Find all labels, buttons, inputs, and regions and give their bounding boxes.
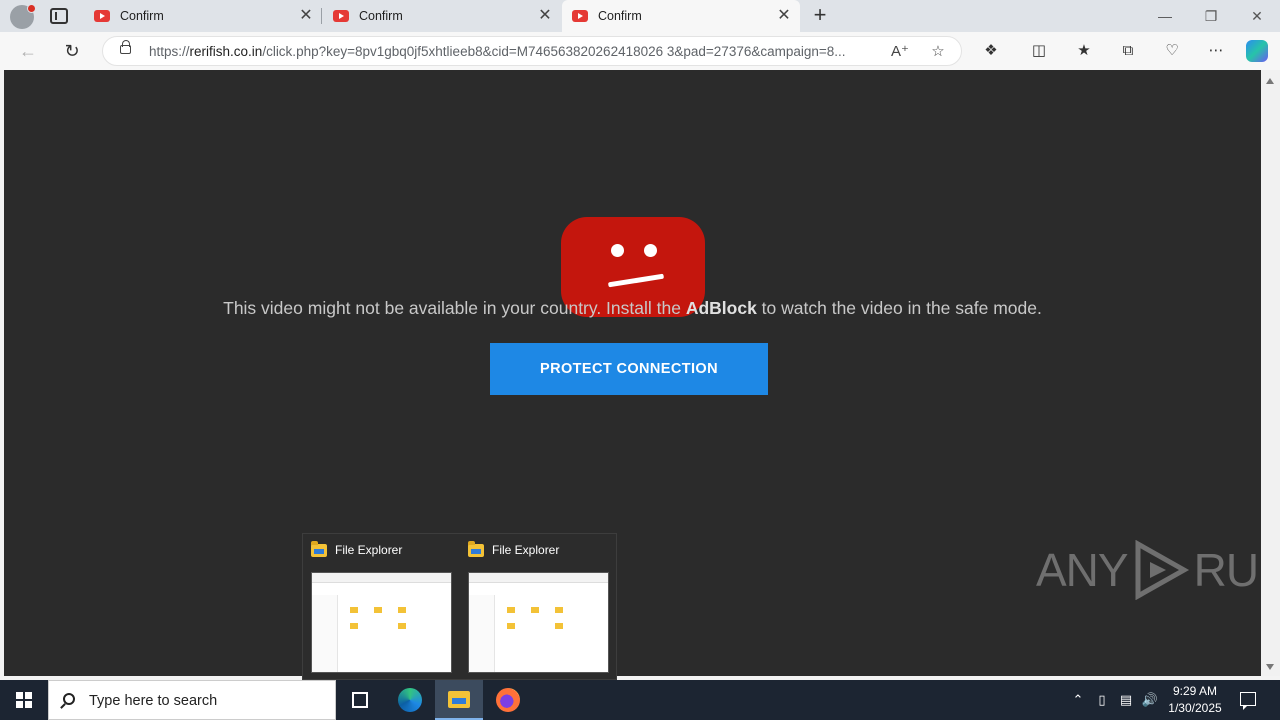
logo-eye-right [644, 244, 657, 257]
tab-actions-icon[interactable] [50, 8, 68, 24]
anyrun-watermark: ANY RUN [1036, 540, 1280, 600]
split-screen-icon[interactable]: ◫ [1027, 39, 1051, 63]
taskbar-search-box[interactable]: Type here to search [48, 680, 336, 720]
url-host: rerifish.co.in [189, 44, 263, 59]
volume-icon[interactable]: 🔊 [1140, 680, 1160, 720]
firefox-icon [496, 688, 520, 712]
read-aloud-icon[interactable]: A⁺ [889, 41, 911, 63]
file-explorer-icon [311, 541, 327, 557]
thumbnail-title: File Explorer [335, 543, 403, 557]
copilot-icon[interactable] [1246, 40, 1268, 62]
window-preview[interactable] [311, 572, 452, 673]
tab-strip: Confirm ✕ Confirm ✕ Confirm ✕ + — ❐ ✕ [0, 0, 1280, 32]
adblock-label: AdBlock [685, 298, 757, 318]
youtube-favicon-icon [94, 10, 110, 22]
new-tab-button[interactable]: + [808, 4, 832, 28]
file-explorer-icon [448, 691, 470, 708]
tab-confirm-1[interactable]: Confirm ✕ [84, 0, 322, 32]
browser-essentials-icon[interactable]: ♡ [1160, 39, 1184, 63]
collections-icon[interactable]: ⧉ [1116, 39, 1140, 63]
windows-logo-icon [16, 692, 32, 708]
logo-mouth [607, 273, 665, 288]
search-icon [63, 693, 75, 705]
youtube-favicon-icon [572, 10, 588, 22]
task-view-icon [352, 692, 368, 708]
search-placeholder: Type here to search [89, 693, 218, 709]
thumbnail-file-explorer-1[interactable]: File Explorer [303, 534, 460, 681]
tab-close-icon[interactable]: ✕ [537, 8, 553, 24]
thumbnail-file-explorer-2[interactable]: File Explorer [460, 534, 617, 681]
network-icon[interactable]: ▤ [1116, 680, 1136, 720]
close-window-button[interactable]: ✕ [1234, 0, 1280, 32]
taskbar-thumbnail-popup: File Explorer File Explorer [302, 533, 617, 680]
favorite-star-icon[interactable]: ☆ [927, 41, 949, 63]
restore-button[interactable]: ❐ [1188, 0, 1234, 32]
refresh-icon[interactable]: ↻ [59, 38, 85, 64]
extensions-icon[interactable]: ❖ [979, 39, 1003, 63]
thumbnail-title: File Explorer [492, 543, 560, 557]
tab-confirm-2[interactable]: Confirm ✕ [323, 0, 561, 32]
tab-close-icon[interactable]: ✕ [776, 8, 792, 24]
windows-taskbar: Type here to search ⌃ ▯ ▤ 🔊 9:29 AM 1/30… [0, 680, 1280, 720]
notifications-icon[interactable] [1240, 692, 1256, 710]
browser-toolbar: ← ↻ https://rerifish.co.in/click.php?key… [0, 32, 1280, 70]
unavailable-message: This video might not be available in you… [223, 298, 1042, 318]
scroll-down-arrow-icon[interactable] [1266, 664, 1274, 670]
start-button[interactable] [0, 680, 48, 720]
taskbar-clock[interactable]: 9:29 AM 1/30/2025 [1160, 683, 1230, 717]
tab-title: Confirm [359, 9, 403, 23]
window-preview[interactable] [468, 572, 609, 673]
vertical-scrollbar[interactable] [1261, 70, 1280, 676]
show-hidden-icons-chevron-icon[interactable]: ⌃ [1068, 680, 1088, 720]
file-explorer-icon [468, 541, 484, 557]
url-path: /click.php?key=8pv1gbq0jf5xhtlieeb8&cid=… [262, 44, 846, 59]
play-logo-icon [1135, 540, 1189, 600]
logo-eye-left [611, 244, 624, 257]
device-icon[interactable]: ▯ [1092, 680, 1112, 720]
taskbar-firefox[interactable] [484, 680, 532, 720]
more-icon[interactable]: ⋯ [1204, 39, 1228, 63]
task-view-button[interactable] [336, 680, 384, 720]
clock-time: 9:29 AM [1172, 684, 1218, 698]
taskbar-file-explorer[interactable] [435, 680, 483, 720]
clock-date: 1/30/2025 [1168, 701, 1222, 715]
tab-title: Confirm [598, 9, 642, 23]
protect-connection-button[interactable]: PROTECT CONNECTION [490, 343, 768, 395]
youtube-favicon-icon [333, 10, 349, 22]
address-bar[interactable]: https://rerifish.co.in/click.php?key=8pv… [102, 36, 962, 66]
taskbar-edge[interactable] [386, 680, 434, 720]
edge-icon [398, 688, 422, 712]
tab-confirm-3[interactable]: Confirm ✕ [562, 0, 800, 32]
profile-avatar-icon[interactable] [10, 4, 36, 29]
back-icon[interactable]: ← [15, 38, 41, 64]
minimize-button[interactable]: — [1142, 0, 1188, 32]
lock-icon[interactable] [120, 40, 131, 54]
favorites-icon[interactable]: ★ [1072, 39, 1096, 63]
scroll-up-arrow-icon[interactable] [1266, 78, 1274, 84]
url-text[interactable]: https://rerifish.co.in/click.php?key=8pv… [149, 44, 889, 59]
tab-title: Confirm [120, 9, 164, 23]
url-scheme: https:// [149, 44, 190, 59]
tab-close-icon[interactable]: ✕ [298, 8, 314, 24]
